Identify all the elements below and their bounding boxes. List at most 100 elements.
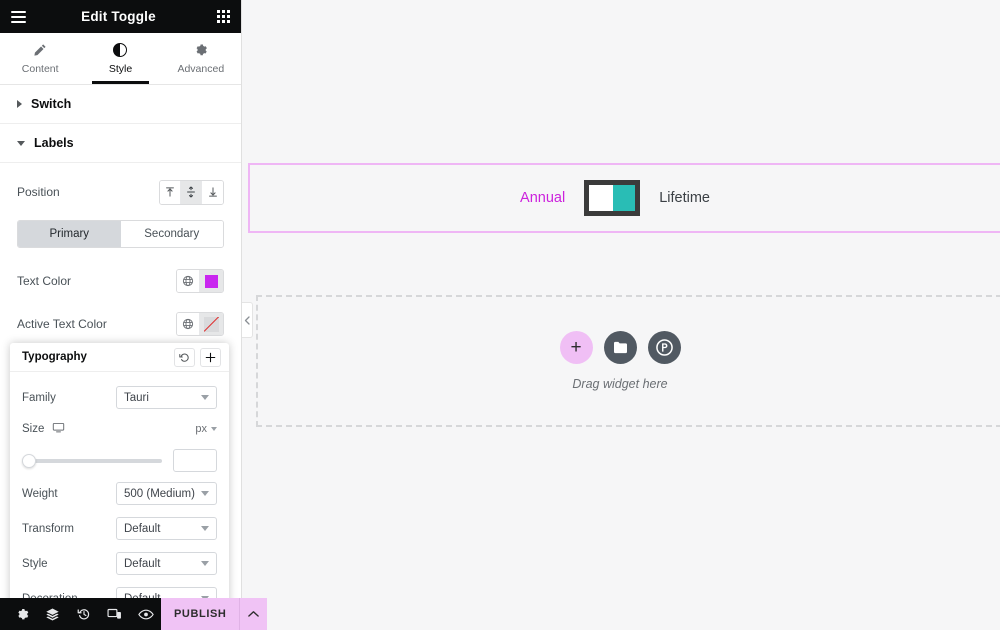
- typography-popover-title: Typography: [22, 351, 87, 363]
- typography-add-button[interactable]: [200, 347, 221, 367]
- transform-value: Default: [124, 522, 161, 535]
- toggle-primary-label: Annual: [520, 190, 566, 206]
- transform-row: Transform Default: [22, 517, 217, 540]
- history-icon[interactable]: [68, 598, 99, 630]
- editor-panel: Edit Toggle Content Style Advanced Switc…: [0, 0, 268, 630]
- grid-apps-icon[interactable]: [217, 10, 230, 23]
- tab-advanced[interactable]: Advanced: [161, 33, 241, 84]
- desktop-icon[interactable]: [52, 421, 65, 437]
- active-text-color-swatch-empty[interactable]: [200, 313, 223, 335]
- toggle-secondary-label: Lifetime: [659, 190, 710, 206]
- align-bottom-icon[interactable]: [202, 180, 223, 204]
- pencil-icon: [33, 43, 47, 58]
- tab-secondary[interactable]: Secondary: [120, 221, 223, 247]
- primary-secondary-tabs: Primary Secondary: [17, 220, 224, 248]
- active-text-color-row: Active Text Color: [17, 309, 224, 339]
- globe-icon[interactable]: [177, 270, 200, 292]
- editor-canvas[interactable]: Annual Lifetime + Drag widget here: [242, 0, 1000, 630]
- folder-icon: [613, 341, 627, 354]
- style-row: Style Default: [22, 552, 217, 575]
- align-middle-icon[interactable]: [181, 180, 202, 204]
- transform-label: Transform: [22, 522, 74, 535]
- position-row: Position: [17, 177, 224, 207]
- typography-reset-button[interactable]: [174, 347, 195, 367]
- typography-popover-body: Family Tauri Size px Weight 500 (Medium)…: [10, 372, 229, 630]
- panel-footer-bar: PUBLISH: [0, 598, 268, 630]
- text-color-control: [176, 269, 224, 293]
- chevron-down-icon: [201, 395, 209, 400]
- active-text-color-control: [176, 312, 224, 336]
- dropzone-buttons: +: [559, 331, 681, 364]
- section-labels-label: Labels: [34, 136, 74, 150]
- panel-collapse-handle[interactable]: [242, 302, 253, 338]
- tab-content[interactable]: Content: [0, 33, 80, 84]
- family-value: Tauri: [124, 391, 149, 404]
- panel-tabs: Content Style Advanced: [0, 33, 241, 85]
- position-label: Position: [17, 185, 60, 199]
- style-label: Style: [22, 557, 48, 570]
- half-circle-contrast-icon: [113, 43, 128, 58]
- chevron-down-icon: [201, 561, 209, 566]
- size-number-input[interactable]: [173, 449, 217, 472]
- chevron-up-icon: [248, 611, 260, 617]
- typography-popover: Typography Family Tauri Size px Weight 5…: [10, 343, 229, 630]
- typography-popover-header: Typography: [10, 343, 229, 372]
- tab-advanced-label: Advanced: [177, 62, 225, 75]
- chevron-right-icon: [17, 100, 22, 108]
- size-slider[interactable]: [22, 453, 162, 468]
- publish-options-button[interactable]: [239, 598, 267, 630]
- add-pro-widget-button[interactable]: [647, 331, 681, 364]
- toggle-widget[interactable]: Annual Lifetime: [520, 180, 710, 216]
- weight-row: Weight 500 (Medium): [22, 482, 217, 505]
- reset-icon: [179, 353, 189, 362]
- weight-label: Weight: [22, 487, 58, 500]
- tab-style-label: Style: [108, 62, 133, 75]
- size-slider-row: [22, 449, 217, 472]
- tab-content-label: Content: [21, 62, 59, 75]
- chevron-down-icon: [211, 427, 217, 431]
- add-element-button[interactable]: +: [559, 331, 593, 364]
- section-switch[interactable]: Switch: [0, 85, 241, 124]
- position-choices: [159, 179, 224, 205]
- gear-icon: [194, 43, 208, 58]
- page-title: Edit Toggle: [81, 9, 156, 24]
- size-label: Size: [22, 423, 45, 435]
- tab-primary[interactable]: Primary: [18, 221, 121, 247]
- add-template-button[interactable]: [603, 331, 637, 364]
- chevron-down-icon: [201, 526, 209, 531]
- elementor-editor: Annual Lifetime + Drag widget here Edit …: [0, 0, 1000, 630]
- chevron-left-icon: [244, 315, 250, 325]
- text-color-label: Text Color: [17, 274, 72, 288]
- section-labels[interactable]: Labels: [0, 124, 241, 163]
- panel-header: Edit Toggle: [0, 0, 241, 33]
- toggle-switch[interactable]: [584, 180, 641, 216]
- align-top-icon[interactable]: [160, 180, 181, 204]
- size-row: Size px: [22, 421, 217, 437]
- family-select[interactable]: Tauri: [116, 386, 217, 409]
- text-color-row: Text Color: [17, 266, 224, 296]
- style-select[interactable]: Default: [116, 552, 217, 575]
- family-label: Family: [22, 391, 56, 404]
- preview-eye-icon[interactable]: [130, 598, 161, 630]
- toggle-switch-knob: [589, 185, 614, 211]
- size-slider-knob[interactable]: [22, 453, 36, 468]
- tab-style[interactable]: Style: [80, 33, 160, 84]
- widget-dropzone[interactable]: + Drag widget here: [256, 295, 1000, 427]
- size-unit-selector[interactable]: px: [195, 423, 217, 435]
- size-unit-value: px: [195, 423, 207, 435]
- settings-gear-icon[interactable]: [6, 598, 37, 630]
- text-color-swatch[interactable]: [200, 270, 223, 292]
- plus-icon: [205, 352, 216, 362]
- publish-button[interactable]: PUBLISH: [161, 608, 239, 620]
- style-value: Default: [124, 557, 161, 570]
- weight-select[interactable]: 500 (Medium): [116, 482, 217, 505]
- transform-select[interactable]: Default: [116, 517, 217, 540]
- section-switch-label: Switch: [31, 97, 72, 111]
- navigator-layers-icon[interactable]: [37, 598, 68, 630]
- responsive-mode-icon[interactable]: [99, 598, 130, 630]
- globe-icon[interactable]: [177, 313, 200, 335]
- size-slider-track: [22, 458, 162, 463]
- chevron-down-icon: [17, 140, 25, 146]
- canvas-section-toggle[interactable]: Annual Lifetime: [248, 163, 1000, 233]
- dropzone-label: Drag widget here: [572, 377, 668, 391]
